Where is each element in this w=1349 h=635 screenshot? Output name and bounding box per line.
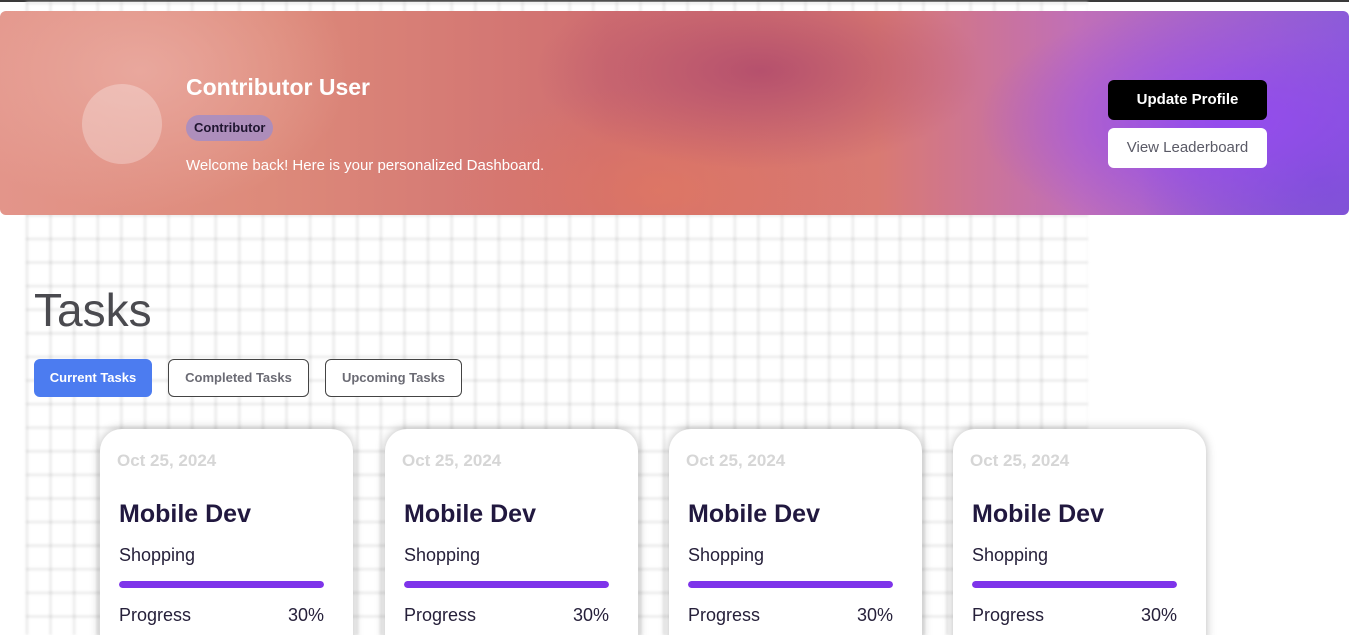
- tab-upcoming-tasks[interactable]: Upcoming Tasks: [325, 359, 462, 397]
- task-card[interactable]: Oct 25, 2024 Mobile Dev Shopping Progres…: [100, 429, 353, 635]
- view-leaderboard-button[interactable]: View Leaderboard: [1108, 128, 1267, 168]
- task-title: Mobile Dev: [688, 500, 820, 528]
- progress-label: Progress: [119, 605, 192, 625]
- user-name: Contributor User: [186, 74, 370, 100]
- progress-value: 30%: [856, 605, 893, 625]
- progress-bar: [688, 581, 893, 588]
- progress-value: 30%: [1140, 605, 1177, 625]
- task-title: Mobile Dev: [972, 500, 1104, 528]
- progress-bar: [119, 581, 324, 588]
- progress-bar-fill: [119, 581, 324, 588]
- progress-label: Progress: [404, 605, 477, 625]
- task-category: Shopping: [972, 545, 1049, 565]
- task-date: Oct 25, 2024: [970, 451, 1070, 470]
- page-title: Tasks: [34, 284, 152, 336]
- avatar: [82, 84, 162, 164]
- update-profile-button[interactable]: Update Profile: [1108, 80, 1267, 120]
- progress-bar-fill: [688, 581, 893, 588]
- task-title: Mobile Dev: [404, 500, 536, 528]
- task-category: Shopping: [404, 545, 481, 565]
- progress-bar-fill: [972, 581, 1177, 588]
- task-card[interactable]: Oct 25, 2024 Mobile Dev Shopping Progres…: [385, 429, 638, 635]
- role-badge: Contributor: [186, 115, 274, 141]
- tab-completed-tasks[interactable]: Completed Tasks: [168, 359, 309, 397]
- task-date: Oct 25, 2024: [686, 451, 786, 470]
- profile-header-banner: Contributor User Contributor Welcome bac…: [0, 11, 1349, 215]
- progress-value: 30%: [572, 605, 609, 625]
- task-category: Shopping: [688, 545, 765, 565]
- progress-bar: [972, 581, 1177, 588]
- task-title: Mobile Dev: [119, 500, 251, 528]
- task-date: Oct 25, 2024: [117, 451, 217, 470]
- progress-label: Progress: [688, 605, 761, 625]
- progress-label: Progress: [972, 605, 1045, 625]
- progress-bar-fill: [404, 581, 609, 588]
- task-date: Oct 25, 2024: [402, 451, 502, 470]
- tab-current-tasks[interactable]: Current Tasks: [34, 359, 152, 397]
- progress-value: 30%: [287, 605, 324, 625]
- welcome-message: Welcome back! Here is your personalized …: [186, 157, 545, 174]
- progress-bar: [404, 581, 609, 588]
- task-card[interactable]: Oct 25, 2024 Mobile Dev Shopping Progres…: [953, 429, 1206, 635]
- task-category: Shopping: [119, 545, 196, 565]
- task-card[interactable]: Oct 25, 2024 Mobile Dev Shopping Progres…: [669, 429, 922, 635]
